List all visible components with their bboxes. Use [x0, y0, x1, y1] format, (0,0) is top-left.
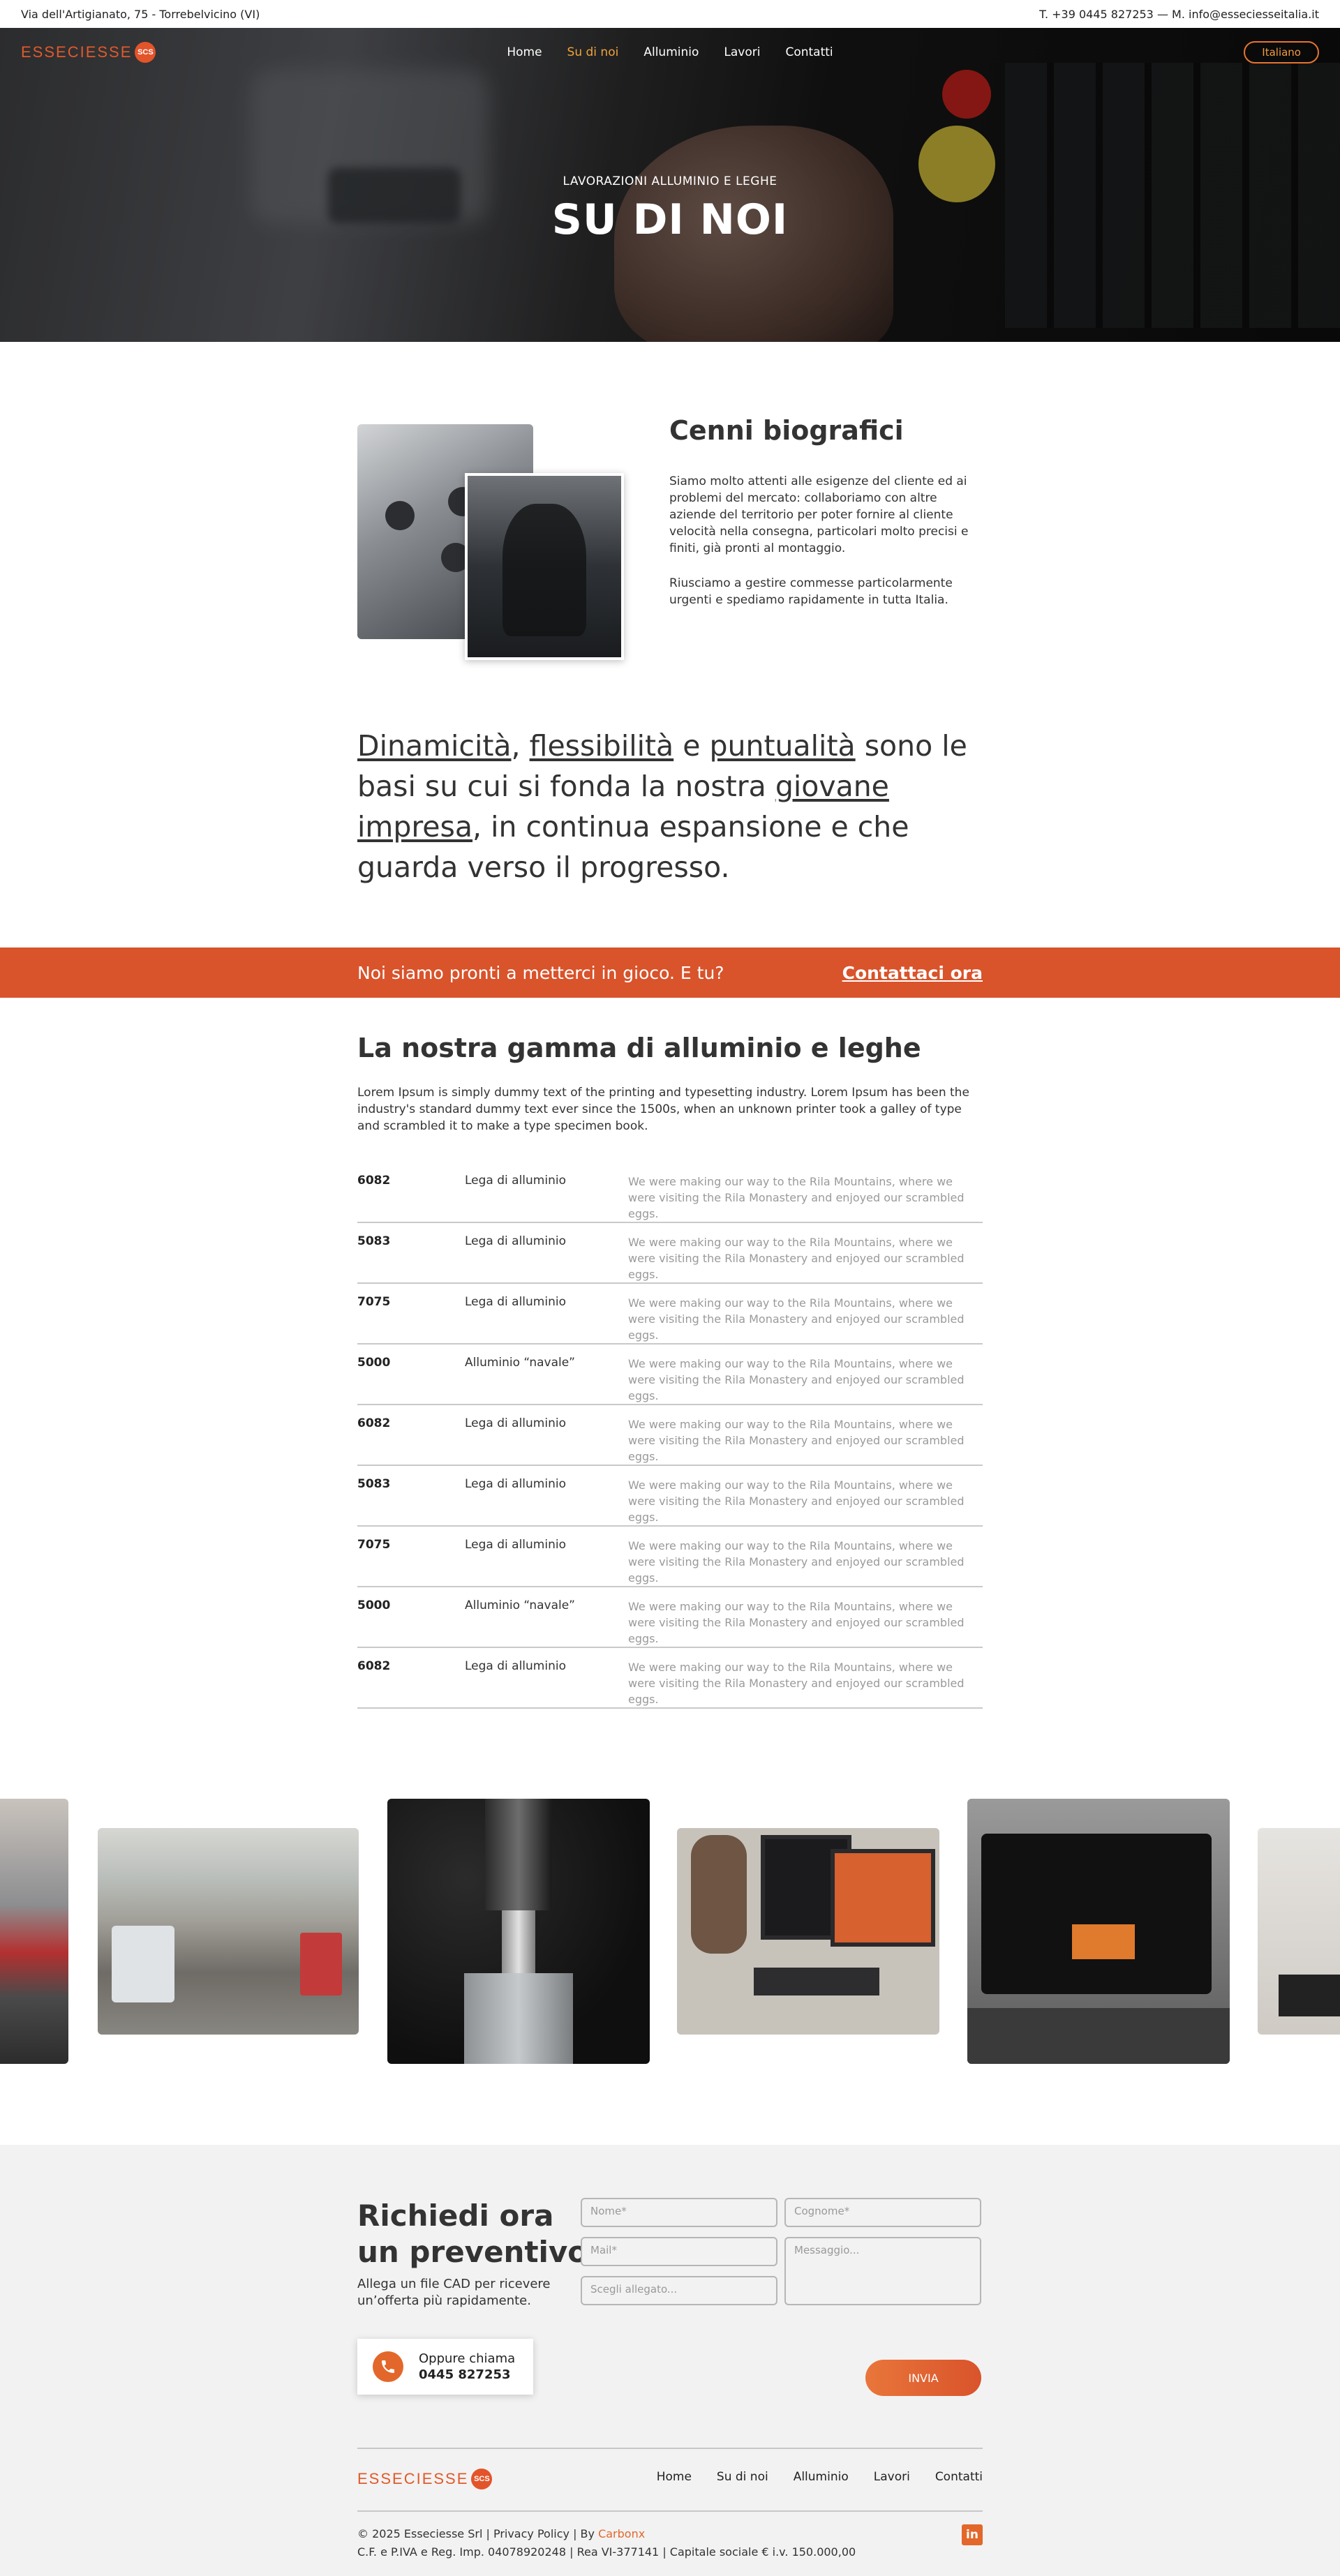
contact-now-link[interactable]: Contattaci ora	[842, 963, 983, 983]
photo-gallery[interactable]	[0, 1799, 1340, 2064]
table-row: 7075 Lega di alluminio We were making our …	[357, 1284, 983, 1345]
hero-kicker: LAVORAZIONI ALLUMINIO E LEGHE	[563, 174, 777, 188]
main-nav: ESSECIESSE SCS Home Su di noi Alluminio …	[0, 28, 1340, 77]
logo-mark-icon: SCS	[135, 42, 156, 63]
divider	[357, 2448, 983, 2449]
section-title: La nostra gamma di alluminio e leghe	[357, 1033, 921, 1063]
divider	[357, 2510, 983, 2512]
logo-text: ESSECIESSE	[357, 2470, 469, 2487]
surname-field[interactable]: Cognome*	[784, 2198, 981, 2227]
contact-text[interactable]: T. +39 0445 827253 — M. info@esseciessei…	[1039, 8, 1319, 21]
footer-link-home[interactable]: Home	[657, 2470, 692, 2484]
table-row: 5000 Alluminio “navale” We were making our…	[357, 1587, 983, 1648]
call-number[interactable]: 0445 827253	[419, 2367, 515, 2382]
hero-caption: LAVORAZIONI ALLUMINIO E LEGHE SU DI NOI	[0, 174, 1340, 244]
legal-info: C.F. e P.IVA e Reg. Imp. 04078920248 | R…	[357, 2545, 856, 2559]
table-row: 6082 Lega di alluminio We were making our …	[357, 1405, 983, 1466]
phone-icon	[373, 2351, 403, 2382]
footer-links: Home Su di noi Alluminio Lavori Contatti	[657, 2470, 983, 2484]
bio-image-worker	[465, 473, 624, 660]
footer-link-lavori[interactable]: Lavori	[874, 2470, 910, 2484]
cta-text: Noi siamo pronti a metterci in gioco. E …	[357, 962, 724, 983]
table-row: 6082 Lega di alluminio We were making our …	[357, 1648, 983, 1709]
name-field[interactable]: Nome*	[581, 2198, 777, 2227]
nav-item-contatti[interactable]: Contatti	[785, 45, 833, 59]
quote-subtitle: Allega un file CAD per ricevere un’offer…	[357, 2277, 551, 2308]
site-logo[interactable]: ESSECIESSE SCS	[21, 42, 156, 63]
nav-item-home[interactable]: Home	[507, 45, 542, 59]
message-field[interactable]: Messaggio...	[784, 2237, 981, 2305]
nav-item-alluminio[interactable]: Alluminio	[643, 45, 699, 59]
cta-band: Noi siamo pronti a metterci in gioco. E …	[0, 948, 1340, 998]
bio-title: Cenni biografici	[669, 415, 904, 446]
table-row: 5000 Alluminio “navale” We were making our…	[357, 1345, 983, 1405]
table-row: 5083 Lega di alluminio We were making our …	[357, 1466, 983, 1527]
gallery-image[interactable]	[0, 1799, 68, 2064]
logo-mark-icon: SCS	[471, 2469, 493, 2489]
linkedin-icon[interactable]: in	[962, 2524, 983, 2545]
credit-link[interactable]: Carbonx	[598, 2527, 645, 2540]
footer-logo[interactable]: ESSECIESSE SCS	[357, 2469, 493, 2489]
gallery-image[interactable]	[677, 1828, 939, 2035]
call-label: Oppure chiama	[419, 2351, 516, 2366]
nav-item-lavori[interactable]: Lavori	[724, 45, 760, 59]
bio-paragraph: Siamo molto attenti alle esigenze del cl…	[669, 474, 969, 555]
footer-link-su-di-noi[interactable]: Su di noi	[717, 2470, 768, 2484]
bio-paragraph: Riusciamo a gestire commesse particolarm…	[669, 576, 953, 607]
alloy-table: 6082 Lega di alluminio We were making our …	[357, 1162, 983, 1709]
table-row: 6082 Lega di alluminio We were making our …	[357, 1162, 983, 1223]
alloy-range-section: La nostra gamma di alluminio e leghe Lor…	[357, 1033, 983, 1709]
language-button[interactable]: Italiano	[1244, 41, 1319, 63]
gallery-image[interactable]	[1258, 1828, 1340, 2035]
footer-link-alluminio[interactable]: Alluminio	[794, 2470, 849, 2484]
nav-links: Home Su di noi Alluminio Lavori Contatti	[0, 28, 1340, 77]
bio-section: Cenni biografici Siamo molto attenti all…	[0, 342, 1340, 726]
top-bar: Via dell'Artigianato, 75 - Torrebelvicin…	[0, 0, 1340, 28]
gallery-image[interactable]	[387, 1799, 650, 2064]
logo-text: ESSECIESSE	[21, 43, 133, 61]
copyright: © 2025 Esseciesse Srl | Privacy Policy |…	[357, 2527, 646, 2540]
mail-field[interactable]: Mail*	[581, 2237, 777, 2266]
hero-banner: ESSECIESSE SCS Home Su di noi Alluminio …	[0, 28, 1340, 342]
call-box[interactable]: Oppure chiama 0445 827253	[357, 2339, 533, 2395]
nav-item-su-di-noi[interactable]: Su di noi	[567, 45, 619, 59]
attachment-field[interactable]: Scegli allegato...	[581, 2276, 777, 2305]
address-text: Via dell'Artigianato, 75 - Torrebelvicin…	[21, 7, 260, 21]
table-row: 7075 Lega di alluminio We were making our …	[357, 1527, 983, 1587]
page-title: SU DI NOI	[551, 195, 789, 244]
footer-link-contatti[interactable]: Contatti	[935, 2470, 983, 2484]
gallery-image[interactable]	[967, 1799, 1230, 2064]
footer: Richiedi ora un preventivo Allega un file…	[0, 2145, 1340, 2576]
gallery-image[interactable]	[98, 1828, 359, 2035]
quote-title: Richiedi ora un preventivo	[357, 2199, 588, 2269]
section-intro: Lorem Ipsum is simply dummy text of the …	[357, 1086, 969, 1133]
table-row: 5083 Lega di alluminio We were making our …	[357, 1223, 983, 1284]
mission-statement: Dinamicità, flessibilità e puntualità so…	[357, 729, 967, 884]
submit-button[interactable]: INVIA	[865, 2360, 981, 2396]
